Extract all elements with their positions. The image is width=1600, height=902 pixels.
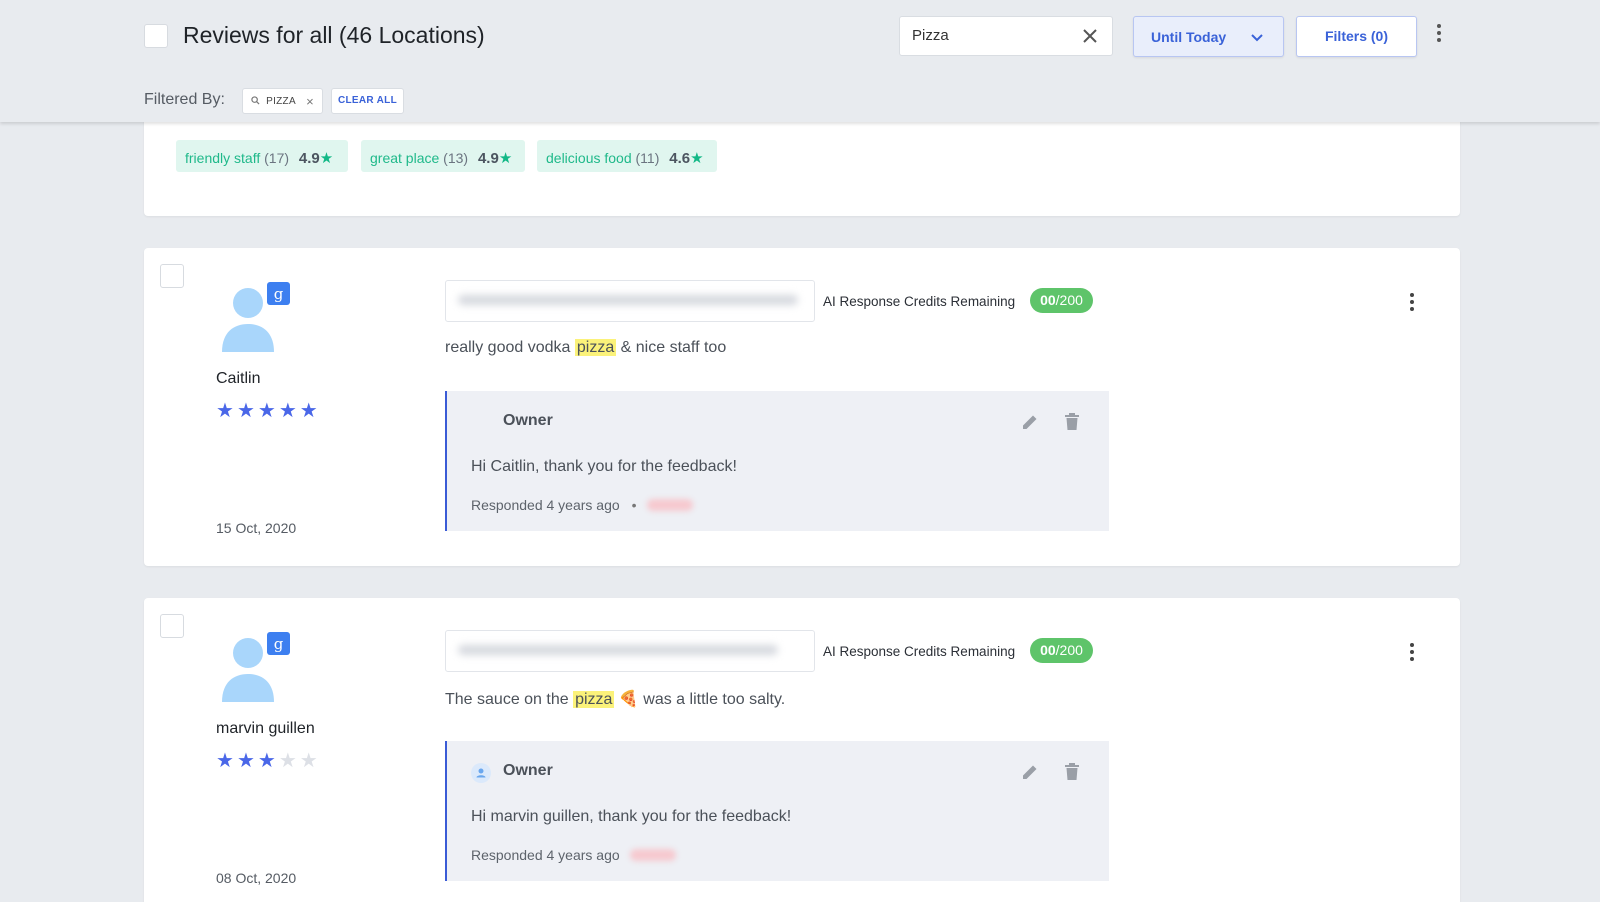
reviewer-name: marvin guillen xyxy=(216,720,315,737)
credits-badge: 00/200 xyxy=(1030,288,1093,313)
user-icon xyxy=(471,763,491,783)
review-checkbox[interactable] xyxy=(160,614,184,638)
reply-text: Hi marvin guillen, thank you for the fee… xyxy=(471,808,792,825)
trash-icon[interactable] xyxy=(1064,763,1080,781)
star-icon: ★ xyxy=(690,150,704,167)
more-vertical-icon[interactable] xyxy=(1406,292,1418,312)
credits-label: AI Response Credits Remaining xyxy=(823,644,1016,659)
star-filled-icon: ★ xyxy=(236,400,258,422)
search-icon xyxy=(251,96,260,105)
filters-button[interactable]: Filters (0) xyxy=(1296,16,1417,57)
star-filled-icon: ★ xyxy=(236,750,258,772)
svg-text:g: g xyxy=(274,635,284,653)
close-icon[interactable] xyxy=(1080,26,1100,46)
edit-icon[interactable] xyxy=(1021,763,1039,781)
date-range-dropdown[interactable]: Until Today xyxy=(1133,16,1284,57)
search-highlight: pizza xyxy=(573,691,615,708)
edit-icon[interactable] xyxy=(1021,413,1039,431)
star-filled-icon: ★ xyxy=(299,400,321,422)
filter-chip: PIZZA × xyxy=(242,88,323,114)
star-filled-icon: ★ xyxy=(257,400,279,422)
credits-badge: 00/200 xyxy=(1030,638,1093,663)
keyword-tag[interactable]: friendly staff (17) 4.9★ xyxy=(176,140,348,172)
star-filled-icon: ★ xyxy=(216,750,237,772)
tag-name: great place xyxy=(370,150,440,166)
search-highlight: pizza xyxy=(574,339,617,356)
star-icon: ★ xyxy=(498,150,513,167)
tag-score: 4.9 xyxy=(477,150,499,167)
tag-count: (17) xyxy=(264,150,290,166)
remove-filter-icon[interactable]: × xyxy=(306,94,314,109)
reply-meta: Responded 4 years ago xyxy=(471,847,676,863)
review-card: g marvin guillen ★★★★★ 08 Oct, 2020 AI R… xyxy=(144,598,1460,902)
avatar: g xyxy=(222,282,290,352)
reply-text: Hi Caitlin, thank you for the feedback! xyxy=(471,458,737,475)
keyword-tag[interactable]: delicious food (11) 4.6★ xyxy=(537,140,717,172)
tag-name: delicious food xyxy=(546,150,632,166)
filter-chip-label: PIZZA xyxy=(266,96,296,107)
keyword-summary-card: friendly staff (17) 4.9★ great place (13… xyxy=(144,108,1460,216)
tag-count: (11) xyxy=(635,150,660,166)
more-vertical-icon[interactable] xyxy=(1433,22,1445,44)
reply-meta: Responded 4 years ago • xyxy=(471,497,693,513)
search-box[interactable] xyxy=(899,16,1113,56)
star-empty-icon: ★ xyxy=(299,750,321,772)
credits-label: AI Response Credits Remaining xyxy=(823,294,1016,309)
star-empty-icon: ★ xyxy=(278,750,300,772)
search-input[interactable] xyxy=(912,27,1072,44)
reviewer-name: Caitlin xyxy=(216,370,261,387)
reply-author: Owner xyxy=(503,762,553,779)
chevron-down-icon xyxy=(1251,34,1263,42)
svg-text:g: g xyxy=(274,285,284,303)
more-vertical-icon[interactable] xyxy=(1406,642,1418,662)
clear-all-button[interactable]: CLEAR ALL xyxy=(331,88,404,114)
star-filled-icon: ★ xyxy=(278,400,300,422)
review-text: really good vodka pizza & nice staff too xyxy=(445,339,727,356)
star-rating: ★★★★★ xyxy=(216,748,321,773)
tag-name: friendly staff xyxy=(185,150,261,166)
trash-icon[interactable] xyxy=(1064,413,1080,431)
tag-score: 4.9 xyxy=(298,150,320,167)
review-checkbox[interactable] xyxy=(160,264,184,288)
reply-author: Owner xyxy=(503,412,553,429)
filtered-by-label: Filtered By: xyxy=(144,91,225,108)
ai-response-input[interactable] xyxy=(445,630,815,672)
star-filled-icon: ★ xyxy=(257,750,279,772)
review-card: g Caitlin ★★★★★ 15 Oct, 2020 AI Response… xyxy=(144,248,1460,566)
avatar: g xyxy=(222,632,290,702)
page-title: Reviews for all (46 Locations) xyxy=(183,22,485,48)
keyword-tag[interactable]: great place (13) 4.9★ xyxy=(361,140,525,172)
page-header: Reviews for all (46 Locations) Until Tod… xyxy=(0,0,1600,122)
review-text: The sauce on the pizza 🍕 was a little to… xyxy=(445,691,786,708)
star-icon: ★ xyxy=(319,150,334,167)
star-rating: ★★★★★ xyxy=(216,398,321,423)
owner-reply: Owner Hi marvin guillen, thank you for t… xyxy=(445,741,1109,881)
select-all-checkbox[interactable] xyxy=(144,24,168,48)
review-date: 15 Oct, 2020 xyxy=(216,520,297,536)
owner-reply: Owner Hi Caitlin, thank you for the feed… xyxy=(445,391,1109,531)
tag-count: (13) xyxy=(443,150,469,166)
ai-response-input[interactable] xyxy=(445,280,815,322)
tag-score: 4.6 xyxy=(669,150,691,167)
date-range-label: Until Today xyxy=(1151,29,1227,45)
review-date: 08 Oct, 2020 xyxy=(216,870,297,886)
star-filled-icon: ★ xyxy=(216,400,237,422)
